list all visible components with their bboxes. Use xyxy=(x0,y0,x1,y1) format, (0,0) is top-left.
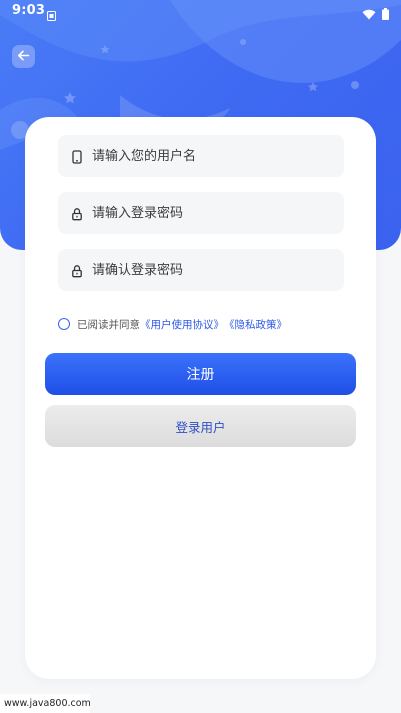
watermark: www.java800.com xyxy=(0,694,91,713)
sim-card-icon xyxy=(47,6,56,25)
register-button[interactable]: 注册 xyxy=(45,353,356,395)
arrow-left-icon xyxy=(17,47,30,66)
username-input[interactable] xyxy=(92,135,332,177)
lock-icon xyxy=(70,206,84,221)
login-button[interactable]: 登录用户 xyxy=(45,405,356,447)
password-field xyxy=(58,192,344,234)
agreement-prefix: 已阅读并同意 xyxy=(77,318,140,331)
phone-icon xyxy=(70,149,84,164)
confirm-password-field xyxy=(58,249,344,291)
status-time: 9:03 xyxy=(12,3,46,18)
status-icons xyxy=(362,5,389,24)
privacy-policy-link[interactable]: 《隐私政策》 xyxy=(224,317,287,332)
user-agreement-link[interactable]: 《用户使用协议》 xyxy=(140,317,224,332)
wifi-icon xyxy=(362,5,376,24)
password-input[interactable] xyxy=(92,192,332,234)
agreement-checkbox[interactable] xyxy=(58,318,70,330)
username-field xyxy=(58,135,344,177)
lock-icon xyxy=(70,263,84,278)
confirm-password-input[interactable] xyxy=(92,249,332,291)
status-bar: 9:03 xyxy=(0,0,401,24)
back-button[interactable] xyxy=(12,45,35,68)
agreement-row: 已阅读并同意 《用户使用协议》 《隐私政策》 xyxy=(58,316,287,332)
battery-icon xyxy=(382,5,389,24)
